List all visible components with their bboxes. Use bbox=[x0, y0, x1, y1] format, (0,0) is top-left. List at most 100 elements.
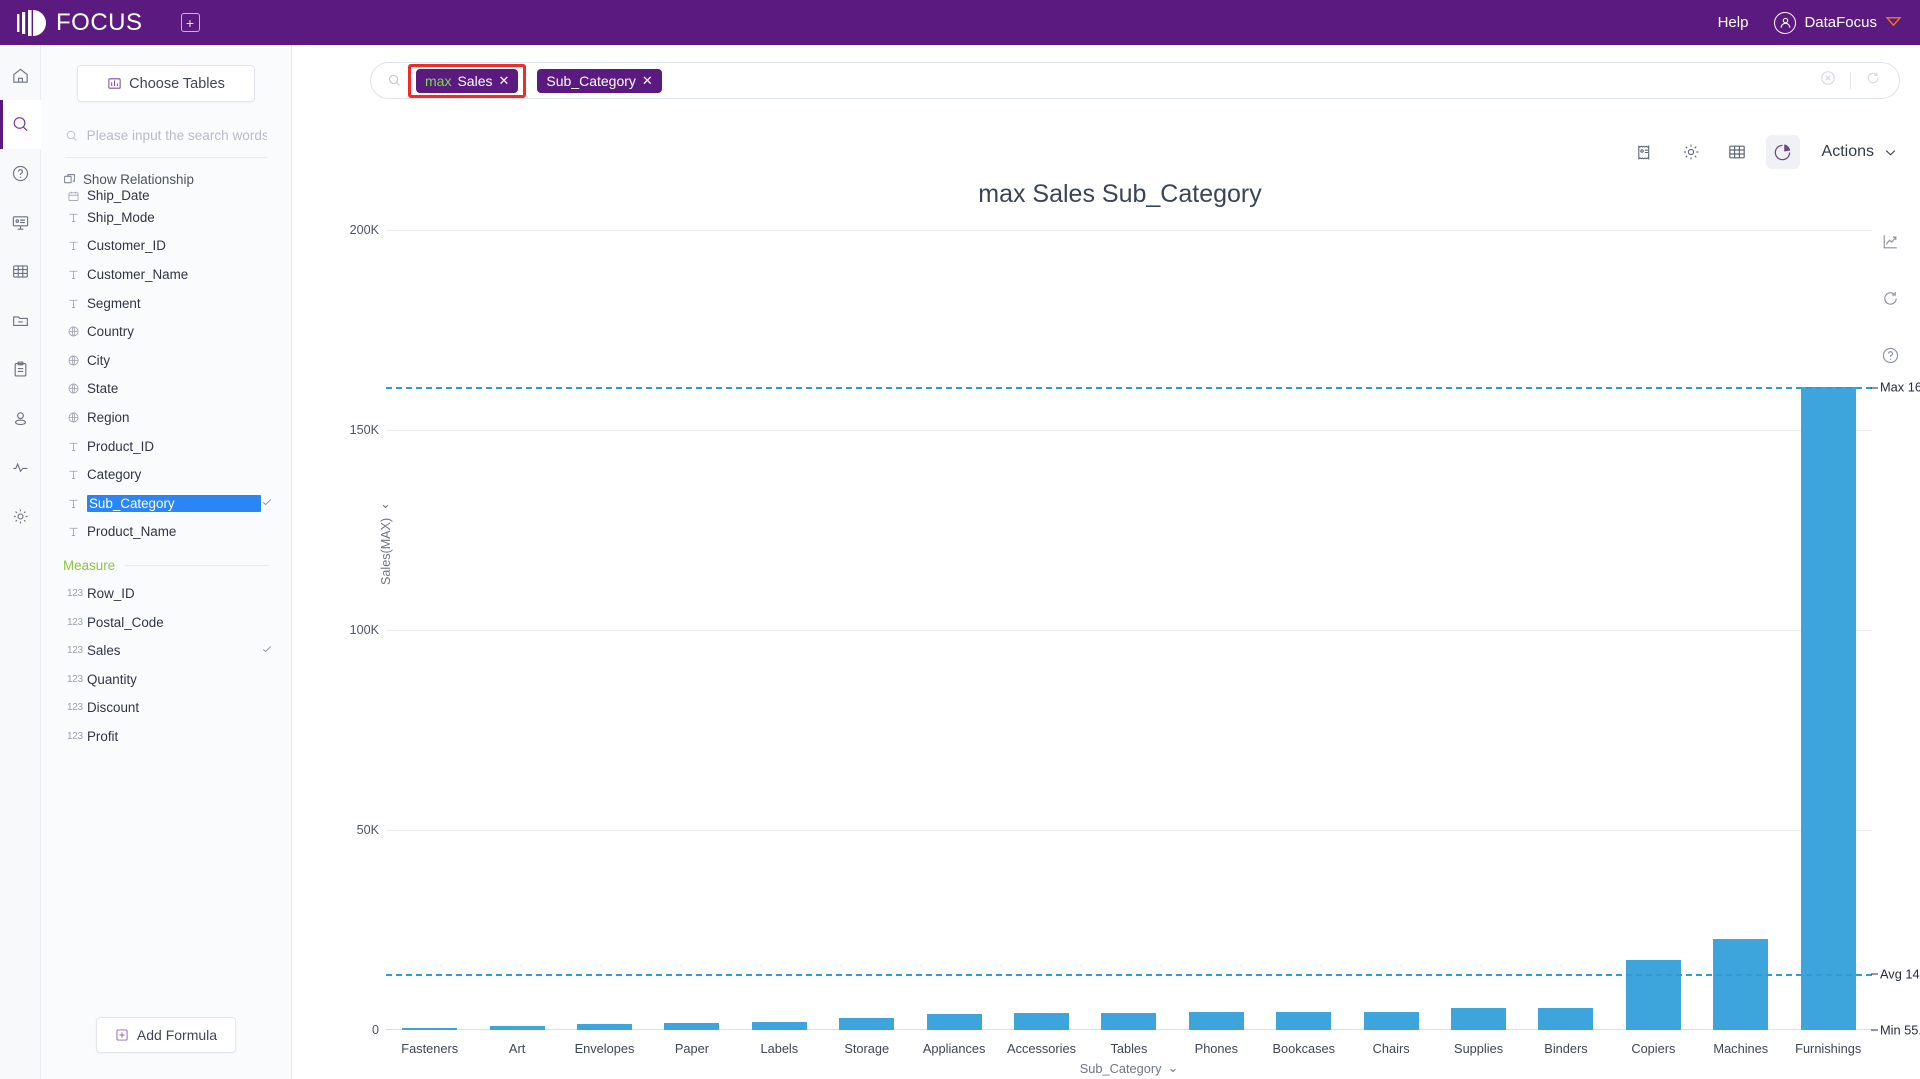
field-row-ship_date[interactable]: Ship_Date bbox=[41, 189, 291, 203]
x-axis-label[interactable]: Sub_Category ⌄ bbox=[386, 1060, 1872, 1076]
user-circle-icon bbox=[1774, 11, 1797, 34]
bar-bookcases[interactable] bbox=[1276, 1012, 1332, 1030]
close-icon[interactable]: ✕ bbox=[642, 73, 653, 89]
bar-column: Supplies bbox=[1435, 230, 1522, 1056]
sidebar-item-settings[interactable] bbox=[0, 492, 41, 541]
app-root: FOCUS + Help DataFocus Choose Tables Ple… bbox=[0, 0, 1920, 1079]
geo-icon bbox=[67, 354, 87, 367]
panel-search-field[interactable] bbox=[65, 128, 267, 158]
actions-menu[interactable]: Actions bbox=[1822, 143, 1898, 161]
field-row-profit[interactable]: 123 Profit bbox=[41, 722, 291, 751]
show-relationship-button[interactable]: Show Relationship bbox=[63, 172, 291, 187]
add-formula-button[interactable]: Add Formula bbox=[96, 1017, 236, 1053]
field-row-quantity[interactable]: 123 Quantity bbox=[41, 665, 291, 694]
clear-circle-icon[interactable] bbox=[1820, 70, 1836, 91]
x-axis-tick: Binders bbox=[1544, 1041, 1588, 1056]
field-row-country[interactable]: Country bbox=[41, 317, 291, 346]
search-icon bbox=[66, 130, 77, 141]
field-row-ship_mode[interactable]: Ship_Mode bbox=[41, 203, 291, 232]
field-label: Product_ID bbox=[87, 438, 154, 454]
sidebar-item-tasks[interactable] bbox=[0, 345, 41, 394]
bar-phones[interactable] bbox=[1188, 1011, 1244, 1030]
x-axis-label-text: Sub_Category bbox=[1079, 1060, 1162, 1076]
bar-column: Machines bbox=[1697, 230, 1784, 1056]
sidebar-item-search[interactable] bbox=[0, 100, 41, 149]
field-row-discount[interactable]: 123 Discount bbox=[41, 694, 291, 723]
choose-tables-button[interactable]: Choose Tables bbox=[77, 65, 255, 102]
sidebar-item-help[interactable] bbox=[0, 149, 41, 198]
show-relationship-label: Show Relationship bbox=[83, 172, 194, 187]
chevron-down-icon bbox=[1885, 149, 1896, 156]
caret-down-icon[interactable] bbox=[1885, 15, 1902, 31]
field-label: Quantity bbox=[87, 671, 137, 687]
bar-column: Binders bbox=[1522, 230, 1609, 1056]
table-view-button[interactable] bbox=[1720, 135, 1754, 169]
field-row-city[interactable]: City bbox=[41, 346, 291, 375]
bar-machines[interactable] bbox=[1713, 939, 1769, 1030]
plus-square-icon[interactable]: + bbox=[180, 13, 200, 32]
field-label: Customer_ID bbox=[87, 238, 166, 254]
bar-tables[interactable] bbox=[1101, 1012, 1157, 1030]
bar-art[interactable] bbox=[489, 1025, 545, 1030]
field-row-product_name[interactable]: Product_Name bbox=[41, 518, 291, 547]
bar-paper[interactable] bbox=[664, 1022, 720, 1030]
plus-square-icon bbox=[116, 1029, 128, 1041]
bar-appliances[interactable] bbox=[926, 1014, 982, 1030]
field-row-row_id[interactable]: 123 Row_ID bbox=[41, 579, 291, 608]
chart-help-button[interactable] bbox=[1881, 346, 1900, 365]
sidebar-item-monitor[interactable] bbox=[0, 443, 41, 492]
table-grid-icon bbox=[1728, 145, 1745, 159]
search-input[interactable] bbox=[86, 128, 267, 143]
chart-view-button[interactable] bbox=[1765, 135, 1800, 169]
bar-binders[interactable] bbox=[1538, 1008, 1594, 1030]
change-chart-type-button[interactable] bbox=[1881, 232, 1900, 251]
token-area: max Sales ✕ Sub_Category ✕ bbox=[406, 63, 662, 98]
chart-settings-button[interactable] bbox=[1674, 135, 1708, 169]
query-search-bar[interactable]: max Sales ✕ Sub_Category ✕ bbox=[370, 62, 1900, 99]
actions-label: Actions bbox=[1821, 143, 1874, 160]
bar-envelopes[interactable] bbox=[577, 1023, 633, 1030]
bar-labels[interactable] bbox=[751, 1022, 807, 1030]
reset-chart-button[interactable] bbox=[1881, 289, 1900, 308]
refresh-icon[interactable] bbox=[1865, 70, 1881, 91]
token-label: Sub_Category bbox=[546, 72, 636, 89]
bar-furnishings[interactable] bbox=[1800, 387, 1856, 1030]
bar-storage[interactable] bbox=[839, 1017, 895, 1030]
bar-chart-icon bbox=[108, 78, 121, 89]
bar-column: Chairs bbox=[1347, 230, 1434, 1056]
sidebar-item-dashboard[interactable] bbox=[0, 198, 41, 247]
bar-accessories[interactable] bbox=[1014, 1013, 1070, 1030]
help-link[interactable]: Help bbox=[1718, 14, 1749, 31]
sidebar-item-folder[interactable] bbox=[0, 296, 41, 345]
sidebar-item-account[interactable] bbox=[0, 394, 41, 443]
field-label: Ship_Mode bbox=[87, 209, 155, 225]
field-label: Ship_Date bbox=[87, 189, 150, 203]
field-row-category[interactable]: Category bbox=[41, 460, 291, 489]
field-row-state[interactable]: State bbox=[41, 375, 291, 404]
field-row-product_id[interactable]: Product_ID bbox=[41, 432, 291, 461]
x-axis-tick: Paper bbox=[674, 1041, 709, 1056]
query-token-sub_category[interactable]: Sub_Category ✕ bbox=[537, 68, 662, 93]
close-icon[interactable]: ✕ bbox=[498, 73, 509, 89]
field-row-sales[interactable]: 123 Sales bbox=[41, 636, 291, 665]
sidebar-item-home[interactable] bbox=[0, 51, 41, 100]
user-menu[interactable]: DataFocus bbox=[1774, 11, 1902, 34]
field-list[interactable]: Ship_Date Ship_Mode Customer_ID Customer_Na… bbox=[41, 189, 291, 1001]
field-row-sub_category[interactable]: Sub_Category bbox=[41, 489, 291, 518]
field-row-postal_code[interactable]: 123 Postal_Code bbox=[41, 608, 291, 637]
field-row-customer_id[interactable]: Customer_ID bbox=[41, 232, 291, 261]
bar-supplies[interactable] bbox=[1451, 1008, 1507, 1030]
query-token-sales[interactable]: max Sales ✕ bbox=[416, 68, 519, 93]
brand-logo-group[interactable]: FOCUS bbox=[16, 9, 143, 37]
field-row-region[interactable]: Region bbox=[41, 403, 291, 432]
field-row-customer_name[interactable]: Customer_Name bbox=[41, 260, 291, 289]
sidebar-item-tables[interactable] bbox=[0, 247, 41, 296]
reference-line-max bbox=[386, 387, 1872, 390]
bar-fasteners[interactable] bbox=[402, 1028, 458, 1030]
search-icon bbox=[13, 117, 28, 132]
bar-chairs[interactable] bbox=[1363, 1012, 1419, 1030]
answer-notes-button[interactable] bbox=[1628, 135, 1662, 169]
field-row-segment[interactable]: Segment bbox=[41, 289, 291, 318]
focus-logo-icon bbox=[17, 9, 46, 36]
bar-copiers[interactable] bbox=[1625, 960, 1681, 1030]
